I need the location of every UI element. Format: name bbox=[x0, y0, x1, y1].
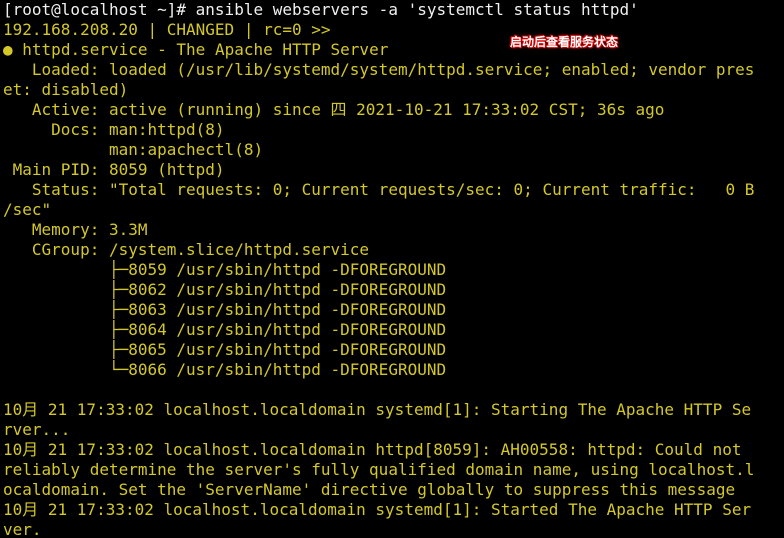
docs-line: Docs: man:httpd(8) bbox=[3, 120, 225, 139]
log-line: ocaldomain. Set the 'ServerName' directi… bbox=[3, 480, 736, 499]
status-line: Status: "Total requests: 0; Current requ… bbox=[3, 180, 755, 199]
command-prompt-line: [root@localhost ~]# ansible webservers -… bbox=[3, 0, 639, 19]
service-title-line: ● httpd.service - The Apache HTTP Server bbox=[3, 40, 784, 60]
annotation-label: 启动后查看服务状态 bbox=[510, 35, 619, 49]
log-line: 10月 21 17:33:02 localhost.localdomain sy… bbox=[3, 500, 752, 519]
cgroup-process-line: ├─8062 /usr/sbin/httpd -DFOREGROUND bbox=[3, 280, 447, 299]
loaded-line: Loaded: loaded (/usr/lib/systemd/system/… bbox=[3, 60, 755, 79]
cgroup-process-line: └─8066 /usr/sbin/httpd -DFOREGROUND bbox=[3, 360, 447, 379]
cgroup-process-line: ├─8063 /usr/sbin/httpd -DFOREGROUND bbox=[3, 300, 447, 319]
cgroup-line: CGroup: /system.slice/httpd.service bbox=[3, 240, 370, 259]
main-pid-line: Main PID: 8059 (httpd) bbox=[3, 160, 225, 179]
cgroup-process-line: ├─8064 /usr/sbin/httpd -DFOREGROUND bbox=[3, 320, 447, 339]
log-line: reliably determine the server's fully qu… bbox=[3, 460, 755, 479]
log-line: 10月 21 17:33:02 localhost.localdomain sy… bbox=[3, 400, 752, 419]
cgroup-process-line: ├─8059 /usr/sbin/httpd -DFOREGROUND bbox=[3, 260, 447, 279]
active-line: Active: active (running) since 四 2021-10… bbox=[3, 100, 665, 119]
log-line: ver. bbox=[3, 520, 42, 538]
status-bullet-icon: ● bbox=[3, 40, 13, 59]
log-line: 10月 21 17:33:02 localhost.localdomain ht… bbox=[3, 440, 742, 459]
log-line: rver... bbox=[3, 420, 71, 439]
ansible-result-line: 192.168.208.20 | CHANGED | rc=0 >> bbox=[3, 20, 331, 39]
cgroup-process-line: ├─8065 /usr/sbin/httpd -DFOREGROUND bbox=[3, 340, 447, 359]
status-line-cont: /sec" bbox=[3, 200, 52, 219]
loaded-line-cont: et: disabled) bbox=[3, 80, 129, 99]
memory-line: Memory: 3.3M bbox=[3, 220, 148, 239]
terminal-window[interactable]: [root@localhost ~]# ansible webservers -… bbox=[3, 0, 784, 538]
docs-line-cont: man:apachectl(8) bbox=[3, 140, 264, 159]
service-title: httpd.service - The Apache HTTP Server bbox=[22, 40, 389, 59]
